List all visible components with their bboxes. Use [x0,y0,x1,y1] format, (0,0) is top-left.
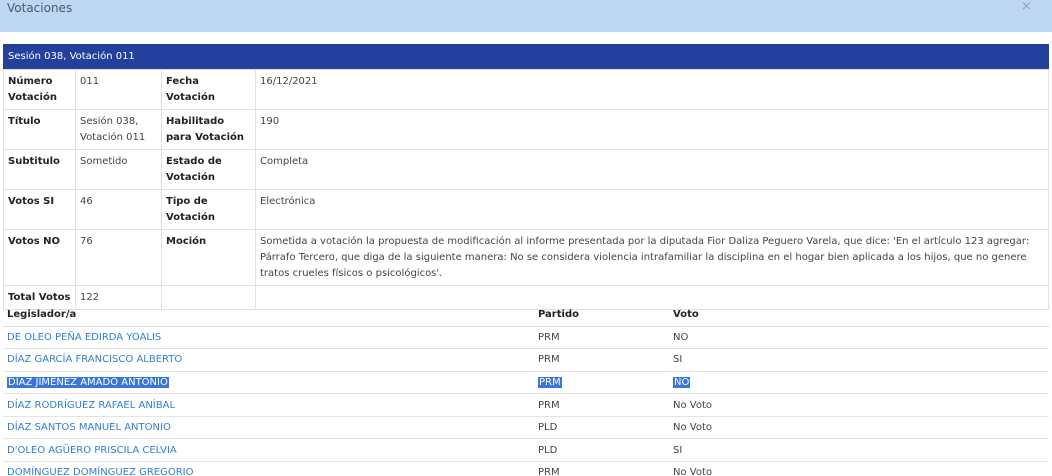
votos-no-label: Votos NO [3,229,76,286]
fecha-label: Fecha Votación [161,69,256,110]
vote-cell: SI [669,348,1049,372]
partido-header[interactable]: Partido [534,303,669,327]
details-row: Votos NO 76 Moción Sometida a votación l… [3,229,1049,286]
party-cell: PRM [538,376,562,388]
party-cell: PLD [534,438,669,463]
estado-label: Estado de Votación [161,149,256,190]
legislator-link[interactable]: DÍAZ JIMÉNEZ AMADO ANTONIO [7,376,169,388]
session-title-bar: Sesión 038, Votación 011 [3,44,1049,69]
tipo-value: Electrónica [255,189,1049,230]
details-row: Subtitulo Sometido Estado de Votación Co… [3,149,1049,190]
subtitulo-label: Subtitulo [3,149,76,190]
vote-cell: No Voto [669,393,1049,417]
party-cell: PRM [534,326,669,350]
fecha-value: 16/12/2021 [255,69,1049,110]
vote-cell: No Voto [669,416,1049,440]
table-row: DÍAZ JIMÉNEZ AMADO ANTONIO PRM NO [3,371,1049,395]
details-row: Votos SI 46 Tipo de Votación Electrónica [3,189,1049,230]
vote-cell: No Voto [669,461,1049,476]
table-row: DOMÍNGUEZ DOMÍNGUEZ GREGORIO PRM No Voto [3,461,1049,476]
legislator-link[interactable]: DE OLEO PEÑA EDIRDA YOALIS [7,332,161,343]
table-row: DÍAZ SANTOS MANUEL ANTONIO PLD No Voto [3,416,1049,440]
subtitulo-value: Sometido [75,149,162,190]
modal-header: Votaciones × [0,0,1052,32]
numero-value: 011 [75,69,162,110]
details-row: Número Votación 011 Fecha Votación 16/12… [3,69,1049,110]
vote-cell: NO [669,326,1049,350]
table-row: DE OLEO PEÑA EDIRDA YOALIS PRM NO [3,326,1049,350]
estado-value: Completa [255,149,1049,190]
table-row: DÍAZ RODRÍGUEZ RAFAEL ANÍBAL PRM No Voto [3,393,1049,417]
titulo-value: Sesión 038, Votación 011 [75,109,162,150]
vote-cell: NO [673,376,691,388]
legislator-link[interactable]: D'OLEO AGÜERO PRISCILA CELVIA [7,445,177,456]
legislator-link[interactable]: DÍAZ RODRÍGUEZ RAFAEL ANÍBAL [7,400,175,411]
voto-header[interactable]: Voto [669,303,1049,327]
close-icon[interactable]: × [1021,0,1032,14]
habilitado-value: 190 [255,109,1049,150]
votes-header-row: Legislador/a Partido Voto [3,303,1049,327]
party-cell: PRM [534,393,669,417]
legislators-votes-table: Legislador/a Partido Voto DE OLEO PEÑA E… [3,303,1049,476]
votos-no-value: 76 [75,229,162,286]
mocion-label: Moción [161,229,256,286]
vote-cell: SI [669,438,1049,463]
details-row: Título Sesión 038, Votación 011 Habilita… [3,109,1049,150]
table-row: D'OLEO AGÜERO PRISCILA CELVIA PLD SI [3,438,1049,463]
legislator-link[interactable]: DÍAZ SANTOS MANUEL ANTONIO [7,422,171,433]
party-cell: PRM [534,461,669,476]
habilitado-label: Habilitado para Votación [161,109,256,150]
vote-details-table: Número Votación 011 Fecha Votación 16/12… [3,69,1049,310]
party-cell: PRM [534,348,669,372]
mocion-value: Sometida a votación la propuesta de modi… [255,229,1049,286]
legislator-link[interactable]: DÍAZ GARCÍA FRANCISCO ALBERTO [7,354,182,365]
tipo-label: Tipo de Votación [161,189,256,230]
modal-title: Votaciones [7,1,73,15]
party-cell: PLD [534,416,669,440]
table-row: DÍAZ GARCÍA FRANCISCO ALBERTO PRM SI [3,348,1049,372]
legislador-header[interactable]: Legislador/a [3,303,534,327]
votos-si-value: 46 [75,189,162,230]
votos-si-label: Votos SI [3,189,76,230]
numero-label: Número Votación [3,69,76,110]
legislator-link[interactable]: DOMÍNGUEZ DOMÍNGUEZ GREGORIO [7,467,194,476]
titulo-label: Título [3,109,76,150]
